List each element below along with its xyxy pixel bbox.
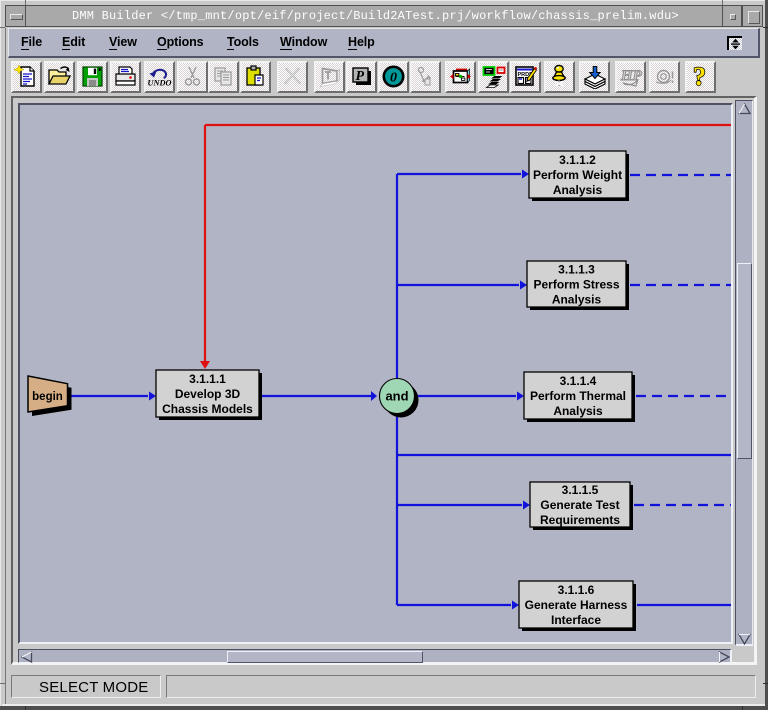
svg-text:and: and xyxy=(385,389,408,404)
svg-text:Perform Thermal: Perform Thermal xyxy=(530,389,626,403)
svg-text:3.1.1.5: 3.1.1.5 xyxy=(562,483,599,497)
svg-text:Analysis: Analysis xyxy=(553,183,603,197)
svg-text:Generate Test: Generate Test xyxy=(540,498,619,512)
svg-text:Requirements: Requirements xyxy=(540,513,620,527)
svg-text:Chassis Models: Chassis Models xyxy=(162,402,253,416)
svg-text:P: P xyxy=(356,69,365,84)
svg-text:HP: HP xyxy=(620,68,643,84)
svg-text:0: 0 xyxy=(390,71,397,86)
svg-text:3.1.1.4: 3.1.1.4 xyxy=(560,374,597,388)
svg-text:Develop 3D: Develop 3D xyxy=(175,387,241,401)
svg-text:UNDO: UNDO xyxy=(148,78,172,88)
svg-text:Generate Harness: Generate Harness xyxy=(525,598,628,612)
svg-text:Analysis: Analysis xyxy=(552,293,602,307)
svg-text:Interface: Interface xyxy=(551,613,601,627)
svg-text:Analysis: Analysis xyxy=(553,404,603,418)
svg-text:Perform Stress: Perform Stress xyxy=(533,278,619,292)
svg-text:Perform Weight: Perform Weight xyxy=(533,168,622,182)
svg-text:?: ? xyxy=(693,64,706,89)
svg-text:begin: begin xyxy=(32,391,63,403)
svg-text:3.1.1.3: 3.1.1.3 xyxy=(558,263,595,277)
svg-text:3.1.1.6: 3.1.1.6 xyxy=(558,583,595,597)
svg-text:3.1.1.1: 3.1.1.1 xyxy=(189,372,226,386)
svg-text:3.1.1.2: 3.1.1.2 xyxy=(559,153,596,167)
